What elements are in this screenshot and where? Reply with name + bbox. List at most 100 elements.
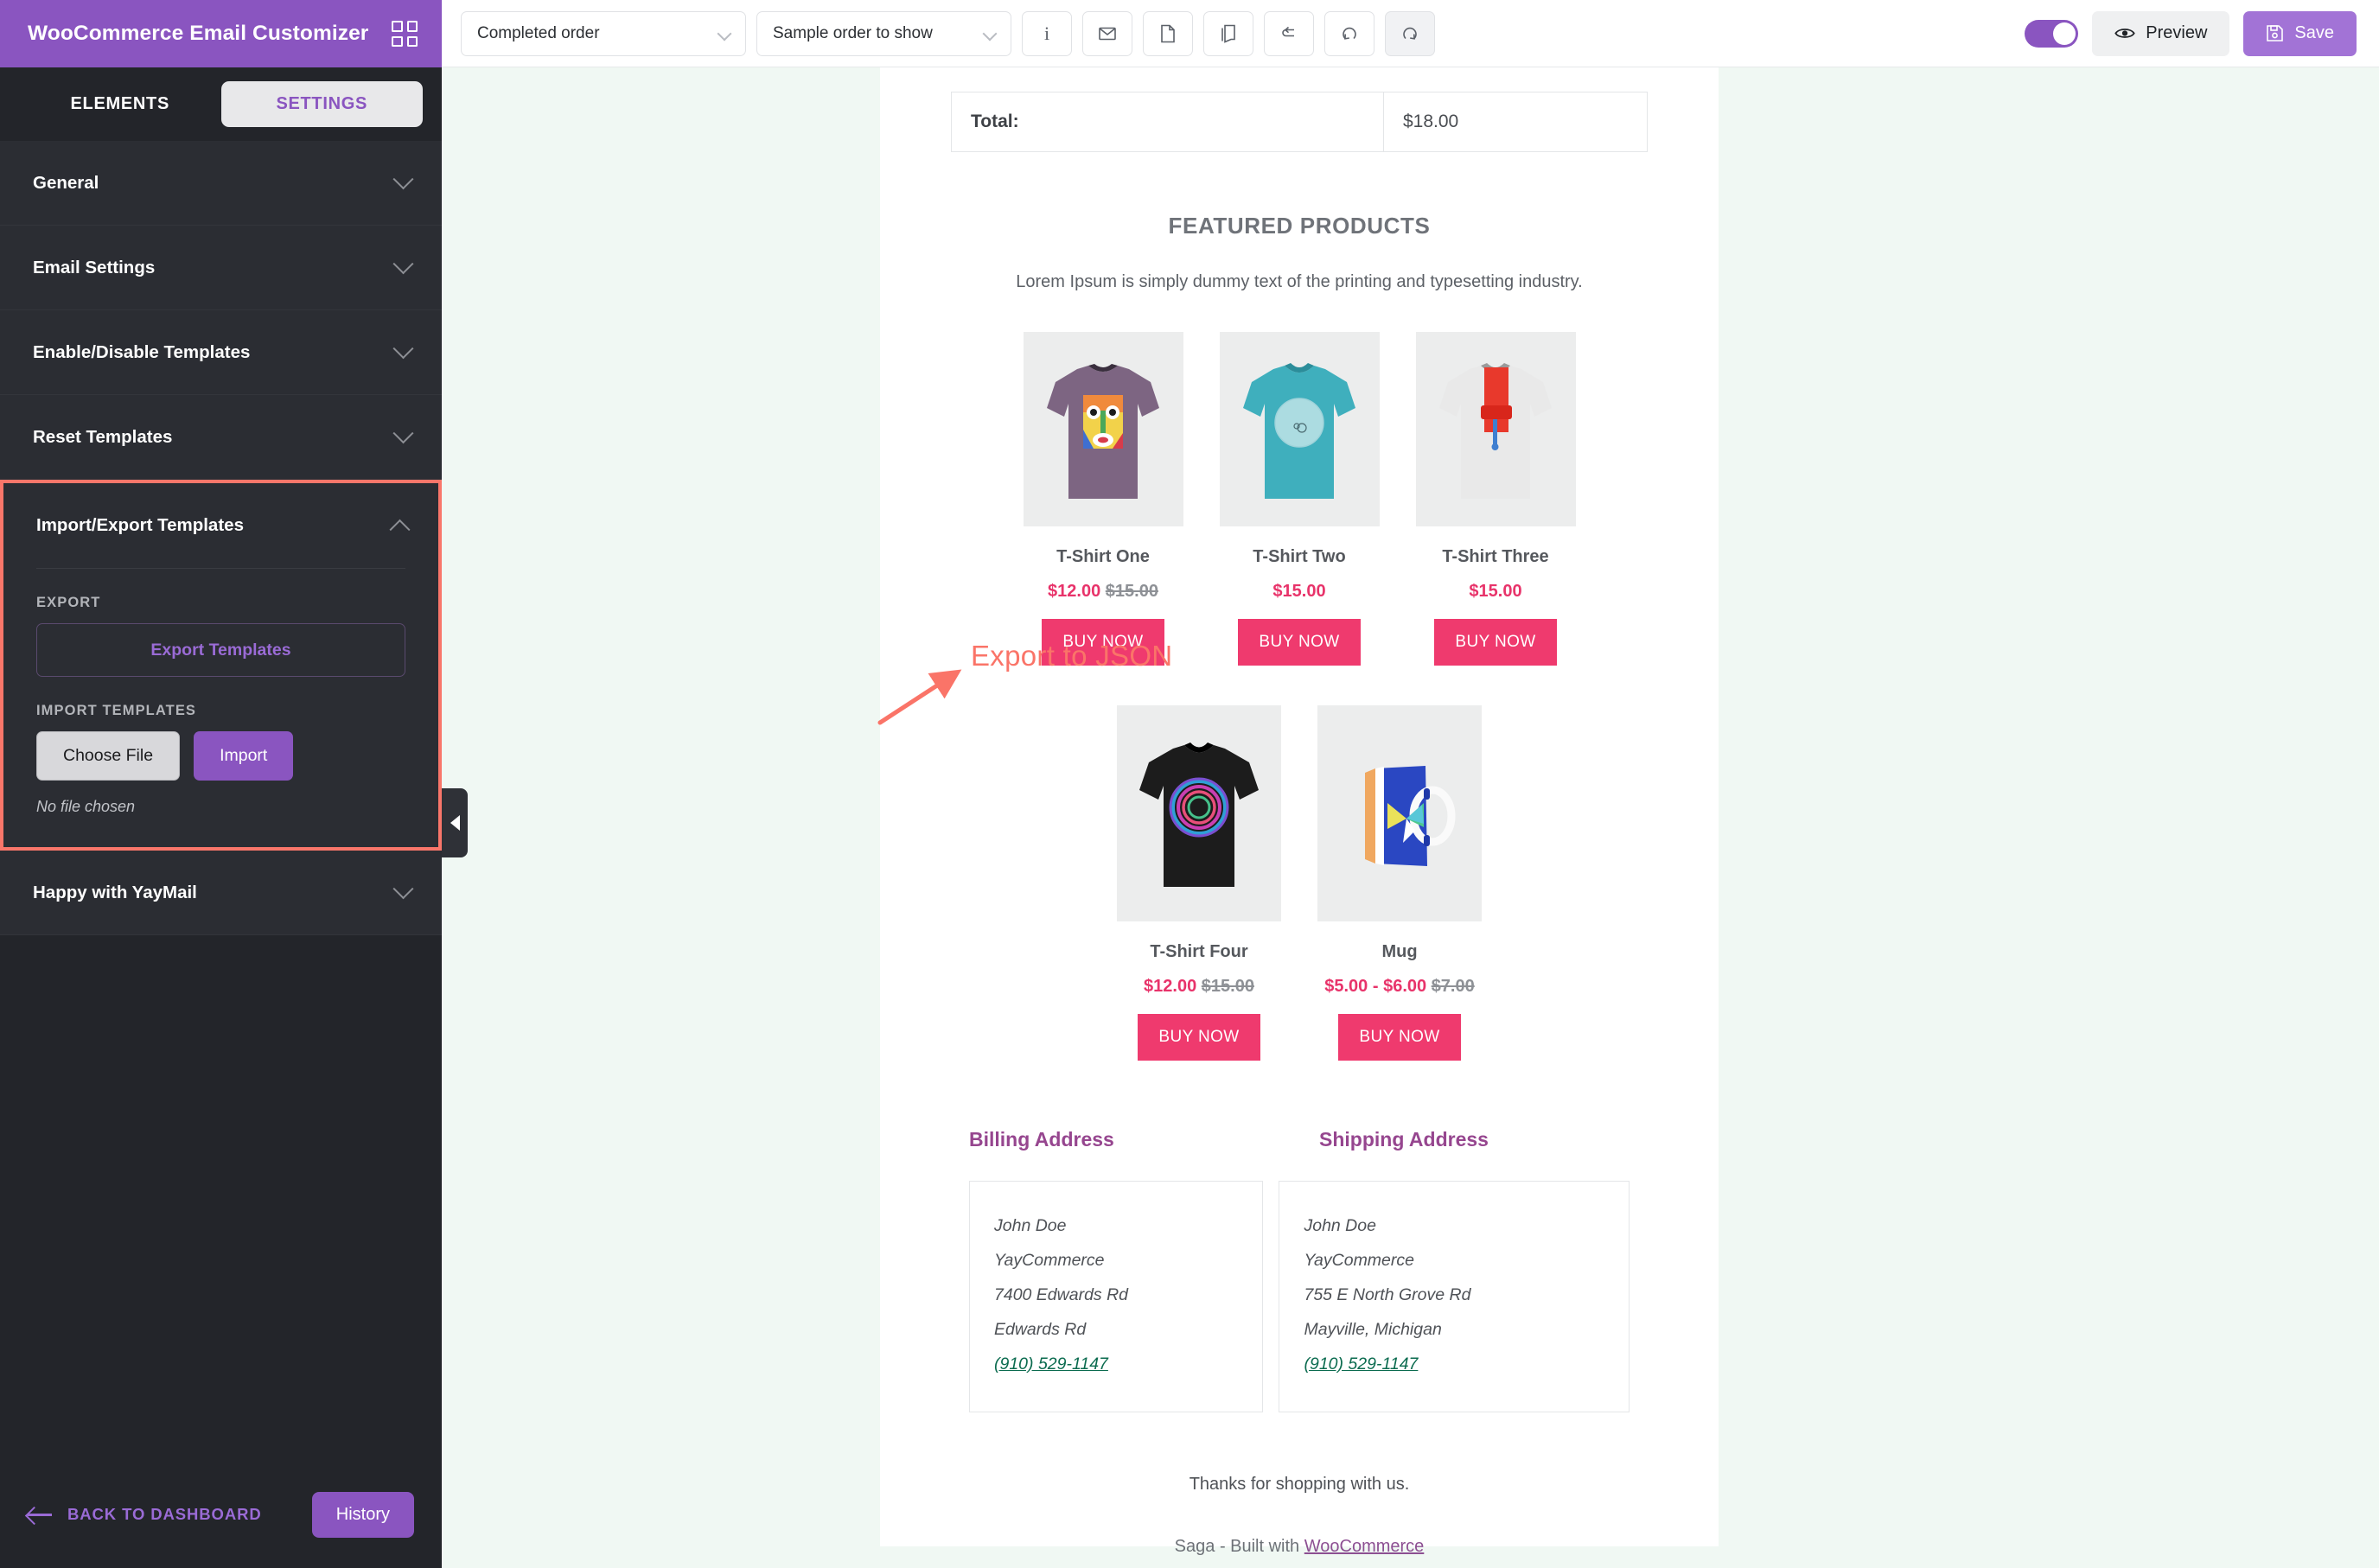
chevron-down-icon: [392, 878, 414, 900]
preview-button[interactable]: Preview: [2092, 10, 2230, 56]
buy-now-button[interactable]: BUY NOW: [1042, 619, 1164, 666]
floppy-disk-icon: [2267, 25, 2284, 41]
save-label: Save: [2294, 23, 2334, 42]
product-price-current: $5.00 - $6.00: [1324, 977, 1427, 996]
envelope-icon: [1099, 27, 1116, 40]
shipping-address-heading: Shipping Address: [1319, 1128, 1489, 1151]
shipping-phone-link[interactable]: (910) 529-1147: [1304, 1354, 1418, 1374]
choose-file-button[interactable]: Choose File: [36, 731, 181, 781]
accordion-general[interactable]: General: [0, 141, 442, 226]
save-button[interactable]: Save: [2243, 10, 2357, 56]
product-image-blue-mug: [1317, 705, 1482, 921]
product-name: Mug: [1381, 942, 1418, 961]
product-price: $15.00: [1416, 582, 1576, 602]
reset-button[interactable]: [1264, 10, 1314, 56]
reset-icon: [1282, 26, 1294, 36]
shipping-line: YayCommerce: [1304, 1250, 1414, 1270]
billing-phone-link[interactable]: (910) 529-1147: [994, 1354, 1108, 1374]
preview-label: Preview: [2146, 23, 2208, 42]
email-body: Total: $18.00 FEATURED PRODUCTS Lorem Ip…: [880, 67, 1719, 1546]
accordion-reset-templates[interactable]: Reset Templates: [0, 395, 442, 480]
email-preview-canvas: Total: $18.00 FEATURED PRODUCTS Lorem Ip…: [442, 67, 2379, 1568]
order-totals-table: Total: $18.00: [951, 92, 1648, 152]
history-button[interactable]: History: [311, 1491, 414, 1538]
grid-icon[interactable]: [392, 21, 418, 47]
product-price-current: $12.00: [1144, 977, 1197, 996]
sidebar-brand-bar: WooCommerce Email Customizer: [0, 0, 442, 67]
arrow-left-icon: [28, 1507, 52, 1522]
app-root: WooCommerce Email Customizer ELEMENTS SE…: [0, 0, 2379, 1568]
settings-accordion: General Email Settings Enable/Disable Te…: [0, 141, 442, 935]
accordion-reset-templates-label: Reset Templates: [33, 426, 173, 447]
info-button[interactable]: i: [1022, 10, 1072, 56]
import-file-row: Choose File Import: [36, 731, 405, 781]
send-test-email-button[interactable]: [1082, 10, 1132, 56]
billing-address-heading: Billing Address: [969, 1128, 1114, 1151]
product-name: T-Shirt Two: [1253, 547, 1346, 566]
product-image-white-tshirt-paint-roller: [1415, 332, 1576, 526]
product-card[interactable]: Mug $5.00 - $6.00 $7.00 BUY NOW: [1317, 705, 1482, 1061]
address-boxes: John Doe YayCommerce 7400 Edwards Rd Edw…: [922, 1181, 1677, 1412]
import-button[interactable]: Import: [194, 731, 294, 781]
chevron-down-icon: [392, 338, 414, 360]
export-section-label: EXPORT: [36, 595, 101, 610]
sidebar-collapse-handle[interactable]: [442, 788, 468, 857]
featured-products-subtitle: Lorem Ipsum is simply dummy text of the …: [1016, 272, 1583, 291]
tab-elements[interactable]: ELEMENTS: [19, 81, 221, 127]
import-export-panel: EXPORT Export Templates IMPORT TEMPLATES…: [3, 568, 438, 847]
buy-now-button[interactable]: BUY NOW: [1238, 619, 1361, 666]
product-card[interactable]: T-Shirt Two $15.00 BUY NOW: [1219, 332, 1380, 666]
totals-label: Total:: [951, 92, 1384, 152]
page-button[interactable]: [1143, 10, 1193, 56]
product-card[interactable]: T-Shirt Three $15.00 BUY NOW: [1415, 332, 1576, 666]
back-to-dashboard-link[interactable]: BACK TO DASHBOARD: [28, 1505, 262, 1524]
billing-line: YayCommerce: [994, 1250, 1105, 1270]
sidebar-footer: BACK TO DASHBOARD History: [0, 1478, 442, 1568]
import-export-highlight: Import/Export Templates EXPORT Export Te…: [0, 480, 442, 851]
accordion-import-export-templates[interactable]: Import/Export Templates: [3, 483, 438, 568]
product-image-teal-tshirt: [1219, 332, 1380, 526]
sidebar-spacer: [0, 935, 442, 1478]
product-name: T-Shirt One: [1056, 547, 1150, 566]
product-image-black-swirl-tshirt: [1117, 705, 1281, 921]
duplicate-button[interactable]: [1203, 10, 1253, 56]
product-price-current: $15.00: [1272, 582, 1326, 601]
accordion-enable-disable-templates[interactable]: Enable/Disable Templates: [0, 310, 442, 395]
featured-products-row-1: T-Shirt One $12.00 $15.00 BUY NOW T-Shir…: [922, 332, 1677, 666]
import-section-label: IMPORT TEMPLATES: [36, 703, 197, 718]
woocommerce-link[interactable]: WooCommerce: [1304, 1537, 1425, 1556]
app-title: WooCommerce Email Customizer: [28, 22, 369, 45]
accordion-general-label: General: [33, 172, 99, 193]
accordion-enable-disable-templates-label: Enable/Disable Templates: [33, 341, 251, 362]
undo-button[interactable]: [1324, 10, 1374, 56]
address-headings: Billing Address Shipping Address: [922, 1128, 1677, 1151]
toolbar-right: Preview Save: [2025, 10, 2362, 56]
buy-now-button[interactable]: BUY NOW: [1138, 1014, 1260, 1061]
tshirt-illustration: [1139, 742, 1259, 887]
product-price-old: $15.00: [1105, 582, 1158, 601]
product-card[interactable]: T-Shirt Four $12.00 $15.00 BUY NOW: [1117, 705, 1281, 1061]
sample-order-select[interactable]: Sample order to show: [756, 10, 1011, 56]
product-card[interactable]: T-Shirt One $12.00 $15.00 BUY NOW: [1023, 332, 1183, 666]
email-inner: Total: $18.00 FEATURED PRODUCTS Lorem Ip…: [880, 92, 1719, 1546]
chevron-down-icon: [717, 26, 732, 41]
export-templates-button[interactable]: Export Templates: [36, 623, 405, 677]
buy-now-button[interactable]: BUY NOW: [1338, 1014, 1461, 1061]
tab-settings[interactable]: SETTINGS: [220, 81, 423, 127]
shipping-line: 755 E North Grove Rd: [1304, 1284, 1471, 1304]
accordion-happy-with-yaymail-label: Happy with YayMail: [33, 882, 197, 902]
product-price: $5.00 - $6.00 $7.00: [1317, 977, 1482, 997]
accordion-import-export-templates-label: Import/Export Templates: [36, 515, 244, 535]
accordion-email-settings[interactable]: Email Settings: [0, 226, 442, 310]
accordion-happy-with-yaymail[interactable]: Happy with YayMail: [0, 851, 442, 935]
product-price-current: $12.00: [1048, 582, 1101, 601]
buy-now-button[interactable]: BUY NOW: [1434, 619, 1557, 666]
template-select[interactable]: Completed order: [461, 10, 746, 56]
redo-button[interactable]: [1385, 10, 1435, 56]
billing-line: 7400 Edwards Rd: [994, 1284, 1129, 1304]
chevron-down-icon: [392, 169, 414, 190]
desktop-mobile-toggle[interactable]: [2025, 19, 2079, 48]
thanks-message: Thanks for shopping with us.: [1189, 1474, 1410, 1494]
main-area: Completed order Sample order to show i P…: [442, 0, 2379, 1568]
totals-value: $18.00: [1383, 92, 1648, 152]
